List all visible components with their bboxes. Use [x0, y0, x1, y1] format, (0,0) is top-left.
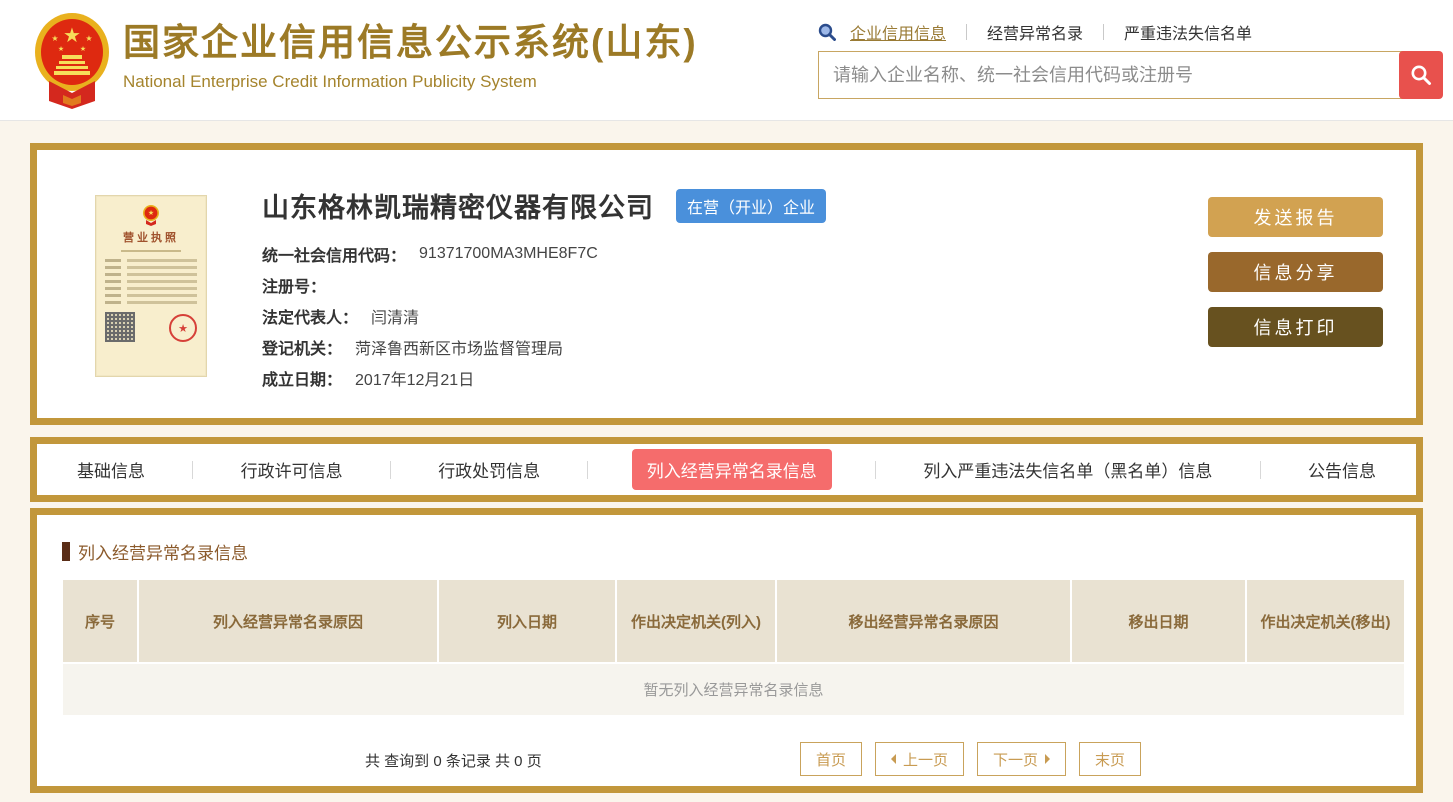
tab-separator — [192, 460, 194, 479]
share-info-button[interactable]: 信息分享 — [1208, 252, 1383, 292]
site-header: ★ ★ ★ ★ ★ 国家企业信用信息公示系统(山东) National Ente… — [0, 0, 1453, 121]
tab-abnormal-operations-list[interactable]: 列入经营异常名录信息 — [631, 449, 832, 490]
svg-text:★: ★ — [85, 34, 92, 43]
search-type-nav: 企业信用信息 经营异常名录 严重违法失信名单 — [818, 20, 1443, 44]
company-info: 山东格林凯瑞精密仪器有限公司 在营（开业）企业 统一社会信用代码： 913717… — [262, 186, 827, 393]
tab-separator — [875, 460, 877, 479]
red-seal-icon: ★ — [169, 314, 197, 342]
qr-code — [105, 312, 135, 342]
tab-announcements[interactable]: 公告信息 — [1304, 449, 1380, 490]
abnormal-operations-table: 序号 列入经营异常名录原因 列入日期 作出决定机关(列入) 移出经营异常名录原因… — [63, 580, 1404, 715]
field-registration-authority: 登记机关： 菏泽鲁西新区市场监督管理局 — [262, 340, 564, 358]
empty-state-text: 暂无列入经营异常名录信息 — [63, 662, 1404, 715]
col-header-removal-reason: 移出经营异常名录原因 — [776, 580, 1072, 663]
svg-text:★: ★ — [80, 45, 86, 53]
prev-page-button[interactable]: 上一页 — [875, 742, 965, 776]
site-subtitle: National Enterprise Credit Information P… — [123, 72, 537, 92]
company-name: 山东格林凯瑞精密仪器有限公司 — [262, 193, 654, 223]
table-header-row: 序号 列入经营异常名录原因 列入日期 作出决定机关(列入) 移出经营异常名录原因… — [63, 580, 1404, 663]
field-credit-code: 统一社会信用代码： 91371700MA3MHE8F7C — [262, 244, 598, 265]
license-title: 营业执照 — [123, 232, 179, 244]
search-button[interactable] — [1399, 51, 1443, 99]
site-logo[interactable]: ★ ★ ★ ★ ★ 国家企业信用信息公示系统(山东) National Ente… — [33, 11, 698, 109]
tab-administrative-license[interactable]: 行政许可信息 — [237, 449, 347, 490]
col-header-inclusion-date: 列入日期 — [438, 580, 617, 663]
search-box — [818, 51, 1443, 99]
status-badge: 在营（开业）企业 — [676, 188, 827, 223]
field-legal-representative: 法定代表人： 闫清清 — [262, 309, 420, 327]
national-emblem-icon: ★ ★ ★ ★ ★ — [35, 13, 109, 109]
tab-separator — [1259, 460, 1261, 479]
section-title: 列入经营异常名录信息 — [78, 544, 248, 563]
record-count-summary: 共 查询到 0 条记录 共 0 页 — [365, 753, 542, 770]
search-icon — [1411, 65, 1431, 85]
svg-text:★: ★ — [148, 209, 154, 217]
next-page-button[interactable]: 下一页 — [977, 742, 1067, 776]
arrow-right-icon — [1045, 754, 1051, 764]
page: ★ ★ ★ ★ ★ 国家企业信用信息公示系统(山东) National Ente… — [0, 0, 1453, 802]
col-header-deciding-authority-in: 作出决定机关(列入) — [616, 580, 777, 663]
col-header-inclusion-reason: 列入经营异常名录原因 — [138, 580, 439, 663]
tab-separator — [389, 460, 391, 479]
first-page-button[interactable]: 首页 — [800, 742, 863, 776]
col-header-seq: 序号 — [63, 580, 139, 663]
nav-link-serious-violations[interactable]: 严重违法失信名单 — [1120, 20, 1256, 44]
pagination: 共 查询到 0 条记录 共 0 页 首页 上一页 下一页 末页 — [37, 742, 1416, 776]
arrow-left-icon — [891, 754, 897, 764]
last-page-button[interactable]: 末页 — [1079, 742, 1142, 776]
nav-separator — [1103, 24, 1105, 40]
company-actions: 发送报告 信息分享 信息打印 — [1208, 197, 1383, 362]
send-report-button[interactable]: 发送报告 — [1208, 197, 1383, 237]
business-license-image: ★ 营业执照 ★ — [95, 195, 207, 377]
svg-text:★: ★ — [58, 45, 64, 53]
company-summary-card: ★ 营业执照 ★ 山东格林凯瑞精密仪器有限公司 在营（开业）企业 统一社会信用代… — [30, 143, 1423, 425]
col-header-removal-date: 移出日期 — [1071, 580, 1247, 663]
abnormal-operations-panel: 列入经营异常名录信息 序号 列入经营异常名录原因 列入日期 作出决定机关(列入)… — [30, 508, 1423, 793]
search-area: 企业信用信息 经营异常名录 严重违法失信名单 — [818, 20, 1443, 99]
tab-serious-violations-blacklist[interactable]: 列入严重违法失信名单（黑名单）信息 — [919, 449, 1216, 490]
empty-state-row: 暂无列入经营异常名录信息 — [63, 662, 1404, 715]
search-icon — [818, 23, 836, 41]
field-establishment-date: 成立日期： 2017年12月21日 — [262, 371, 475, 389]
print-info-button[interactable]: 信息打印 — [1208, 307, 1383, 347]
tab-administrative-penalty[interactable]: 行政处罚信息 — [434, 449, 544, 490]
site-title: 国家企业信用信息公示系统(山东) — [123, 22, 698, 63]
field-registration-number: 注册号： — [262, 278, 327, 296]
section-header: 列入经营异常名录信息 — [62, 539, 1416, 564]
svg-text:★: ★ — [51, 34, 58, 43]
nav-separator — [966, 24, 968, 40]
svg-text:★: ★ — [63, 25, 81, 47]
col-header-deciding-authority-out: 作出决定机关(移出) — [1246, 580, 1404, 663]
nav-link-abnormal-operations[interactable]: 经营异常名录 — [983, 20, 1087, 44]
nav-link-enterprise-credit[interactable]: 企业信用信息 — [846, 20, 950, 44]
license-emblem-icon: ★ — [143, 205, 159, 226]
tab-separator — [587, 460, 589, 479]
search-input[interactable] — [818, 51, 1408, 99]
tab-basic-info[interactable]: 基础信息 — [73, 449, 149, 490]
tab-bar: 基础信息 行政许可信息 行政处罚信息 列入经营异常名录信息 列入严重违法失信名单… — [30, 437, 1423, 502]
section-bar — [62, 542, 70, 561]
license-subtitle-line — [121, 250, 181, 252]
